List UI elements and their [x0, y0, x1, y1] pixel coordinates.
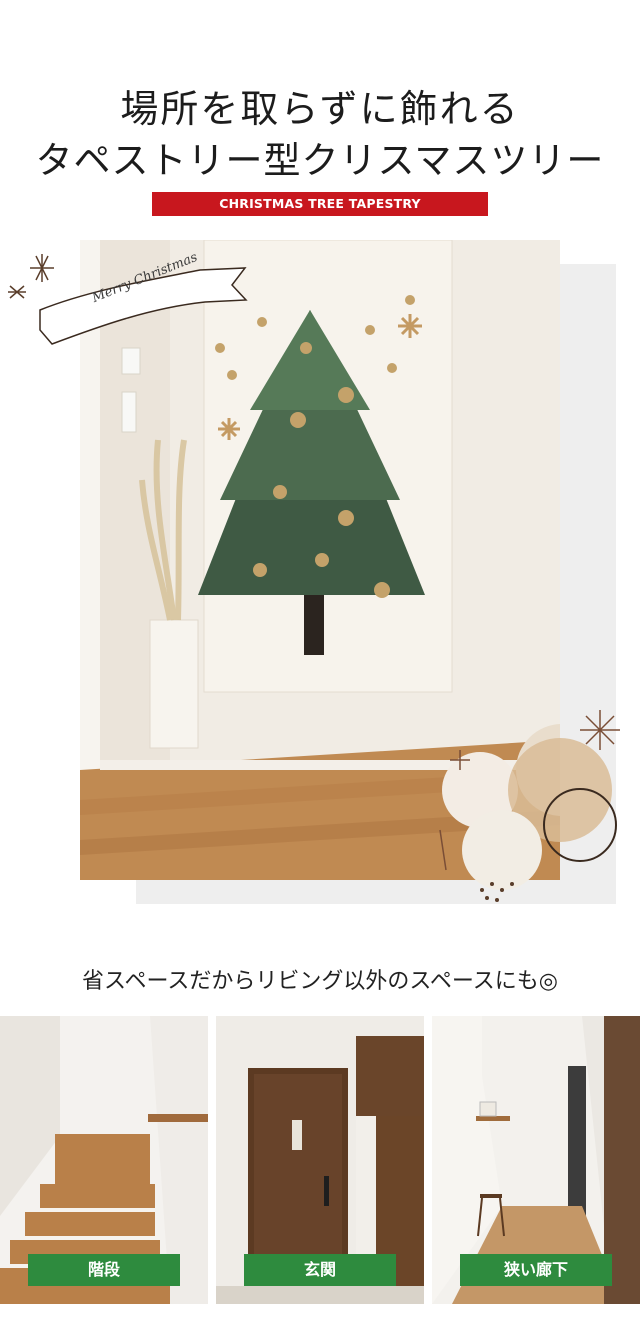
- label-narrow-hallway: 狭い廊下: [460, 1254, 612, 1286]
- label-stairs: 階段: [28, 1254, 180, 1286]
- decorative-circles: [439, 710, 620, 902]
- photo-stairs: 階段: [0, 1016, 208, 1304]
- photo-entrance: 玄関: [216, 1016, 424, 1304]
- photo-narrow-hallway: 狭い廊下: [432, 1016, 640, 1304]
- headline-line-1: 場所を取らずに飾れる: [120, 87, 520, 131]
- headline-line-2: タペストリー型クリスマスツリー: [35, 139, 605, 182]
- section-subtitle: 省スペースだからリビング以外のスペースにも◎: [82, 969, 558, 994]
- label-entrance: 玄関: [244, 1254, 396, 1286]
- merry-christmas-banner: [8, 254, 248, 345]
- title-ribbon: CHRISTMAS TREE TAPESTRY: [152, 192, 488, 216]
